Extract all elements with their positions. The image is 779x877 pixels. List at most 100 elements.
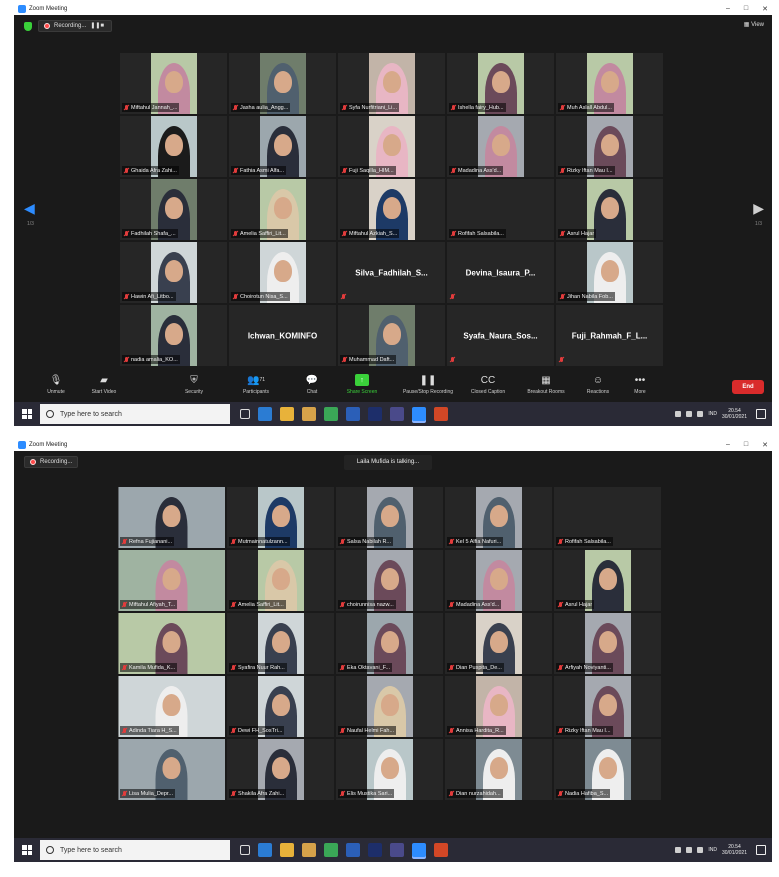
participant-tile[interactable]: Shakila Afra Zahi...: [227, 739, 334, 800]
participant-tile[interactable]: Silva_Fadhilah_S...: [338, 242, 445, 303]
volume-icon[interactable]: [686, 847, 693, 853]
edge-icon[interactable]: [258, 843, 272, 857]
participant-tile[interactable]: Nadia Hafiba_S...: [554, 739, 661, 800]
chrome-icon[interactable]: [324, 843, 338, 857]
participant-tile[interactable]: Ichwan_KOMINFO: [229, 305, 336, 366]
participant-tile[interactable]: Kamila Mufida_K...: [118, 613, 225, 674]
notification-icon[interactable]: [756, 845, 766, 855]
photoshop-icon[interactable]: [368, 407, 382, 421]
participant-tile[interactable]: Lisa Mulia_Depr...: [118, 739, 225, 800]
participant-tile[interactable]: Syafira Nuur Rah...: [227, 613, 334, 674]
participant-tile[interactable]: Miftahul Azkiah_S...: [338, 179, 445, 240]
participant-tile[interactable]: Asrul Hajar: [556, 179, 663, 240]
taskbar-search-box[interactable]: Type here to search: [40, 404, 230, 424]
view-button[interactable]: ▦ View: [744, 21, 764, 28]
participant-tile[interactable]: Amelia Saffiri_Lit...: [229, 179, 336, 240]
zoom-icon[interactable]: [412, 407, 426, 421]
app-icon[interactable]: [390, 843, 404, 857]
participant-tile[interactable]: Dian Puspita_De...: [445, 613, 552, 674]
participant-tile[interactable]: Salsa Nabilah R...: [336, 487, 443, 548]
zoom-icon[interactable]: [412, 843, 426, 857]
stop-recording-icon[interactable]: ■: [100, 23, 106, 29]
close-button[interactable]: ✕: [762, 5, 768, 13]
network-icon[interactable]: [675, 847, 682, 853]
volume-icon[interactable]: [686, 411, 693, 417]
participant-tile[interactable]: Rizky Iftan Mau I...: [554, 676, 661, 737]
edge-icon[interactable]: [258, 407, 272, 421]
start-button[interactable]: [14, 838, 40, 862]
task-view-icon[interactable]: [240, 845, 250, 855]
participant-tile[interactable]: Miftahul Jannah_...: [120, 53, 227, 114]
participant-tile[interactable]: Annisa Hardita_R...: [445, 676, 552, 737]
participant-tile[interactable]: Elis Mustika Sari...: [336, 739, 443, 800]
word-icon[interactable]: [346, 407, 360, 421]
close-button[interactable]: ✕: [762, 441, 768, 449]
battery-icon[interactable]: [697, 411, 704, 417]
powerpoint-icon[interactable]: [434, 843, 448, 857]
pause-recording-icon[interactable]: ❚❚: [90, 23, 100, 29]
photoshop-icon[interactable]: [368, 843, 382, 857]
participant-tile[interactable]: Muh Aslall Abdul...: [556, 53, 663, 114]
chat-button[interactable]: 💬 Chat: [284, 374, 340, 396]
participant-tile[interactable]: nadia amalia_KO...: [120, 305, 227, 366]
participant-tile[interactable]: Jihan Nabila Fob...: [556, 242, 663, 303]
encryption-shield-icon[interactable]: [24, 21, 32, 31]
maximize-button[interactable]: □: [744, 5, 748, 13]
file-explorer-icon[interactable]: [280, 407, 294, 421]
closed-caption-button[interactable]: CC Closed Caption: [460, 374, 516, 396]
participant-tile[interactable]: Rofifah Salsabila...: [554, 487, 661, 548]
store-icon[interactable]: [302, 843, 316, 857]
participant-tile[interactable]: Ghaida Afra Zahi...: [120, 116, 227, 177]
language-indicator[interactable]: IND: [708, 847, 717, 853]
taskbar-search-box[interactable]: Type here to search: [40, 840, 230, 860]
participant-tile[interactable]: Dewi FH_SosTri...: [227, 676, 334, 737]
pause-stop-recording-button[interactable]: ❚❚ Pause/Stop Recording: [400, 374, 456, 396]
file-explorer-icon[interactable]: [280, 843, 294, 857]
participant-tile[interactable]: Rizky Iftan Mau I...: [556, 116, 663, 177]
participant-tile[interactable]: Fadhilah Shafa_...: [120, 179, 227, 240]
powerpoint-icon[interactable]: [434, 407, 448, 421]
breakout-rooms-button[interactable]: ▦ Breakout Rooms: [518, 374, 574, 396]
maximize-button[interactable]: □: [744, 441, 748, 449]
store-icon[interactable]: [302, 407, 316, 421]
start-video-button[interactable]: ▰ Start Video: [76, 374, 132, 396]
taskbar-clock[interactable]: 20.54 30/01/2021: [722, 408, 747, 420]
participant-tile[interactable]: Syafa_Naura_Sos...: [447, 305, 554, 366]
participant-tile[interactable]: Muhammad Daft...: [338, 305, 445, 366]
taskbar-clock[interactable]: 20.54 30/01/2021: [722, 844, 747, 856]
participant-tile[interactable]: Eka Oktavani_F...: [336, 613, 443, 674]
next-page-arrow-icon[interactable]: ▶: [753, 200, 764, 217]
minimize-button[interactable]: –: [726, 441, 730, 449]
previous-page-arrow-icon[interactable]: ◀: [24, 200, 35, 217]
more-button[interactable]: ••• More: [612, 374, 668, 396]
participant-tile[interactable]: Refna Fujianani...: [118, 487, 225, 548]
participant-tile[interactable]: Fathia Asmi Alfa...: [229, 116, 336, 177]
participant-tile[interactable]: Ishella fairy_Hub...: [447, 53, 554, 114]
participant-tile[interactable]: Miftahul Afiyah_T...: [118, 550, 225, 611]
participant-tile[interactable]: Syfa Nurfitriani_Li...: [338, 53, 445, 114]
participant-tile[interactable]: Dian nurzahidah...: [445, 739, 552, 800]
battery-icon[interactable]: [697, 847, 704, 853]
participant-tile[interactable]: Kel 5 Alfia Nafuri...: [445, 487, 552, 548]
participant-tile[interactable]: Madadina Ass'd...: [445, 550, 552, 611]
language-indicator[interactable]: IND: [708, 411, 717, 417]
participant-tile[interactable]: Asrul Hajar: [554, 550, 661, 611]
participant-tile[interactable]: Devina_Isaura_P...: [447, 242, 554, 303]
participant-tile[interactable]: Rofifah Salsabila...: [447, 179, 554, 240]
participant-tile[interactable]: Arfiyah Noviyanti...: [554, 613, 661, 674]
participant-tile[interactable]: Choirotun Nisa_S...: [229, 242, 336, 303]
participant-tile[interactable]: Adinda Tiara H_S...: [118, 676, 225, 737]
start-button[interactable]: [14, 402, 40, 426]
participant-tile[interactable]: Mutmainnatulzann...: [227, 487, 334, 548]
security-button[interactable]: ⛨ Security: [166, 374, 222, 396]
participant-tile[interactable]: choirunnisa nazw...: [336, 550, 443, 611]
minimize-button[interactable]: –: [726, 5, 730, 13]
participants-button[interactable]: 👥 71 Participants: [228, 374, 284, 396]
participant-tile[interactable]: Fuji Saqilla_HIM...: [338, 116, 445, 177]
notification-icon[interactable]: [756, 409, 766, 419]
participant-tile[interactable]: Amelia Saffiri_Lit...: [227, 550, 334, 611]
task-view-icon[interactable]: [240, 409, 250, 419]
participant-tile[interactable]: Jasha aulia_Angg...: [229, 53, 336, 114]
app-icon[interactable]: [390, 407, 404, 421]
chrome-icon[interactable]: [324, 407, 338, 421]
